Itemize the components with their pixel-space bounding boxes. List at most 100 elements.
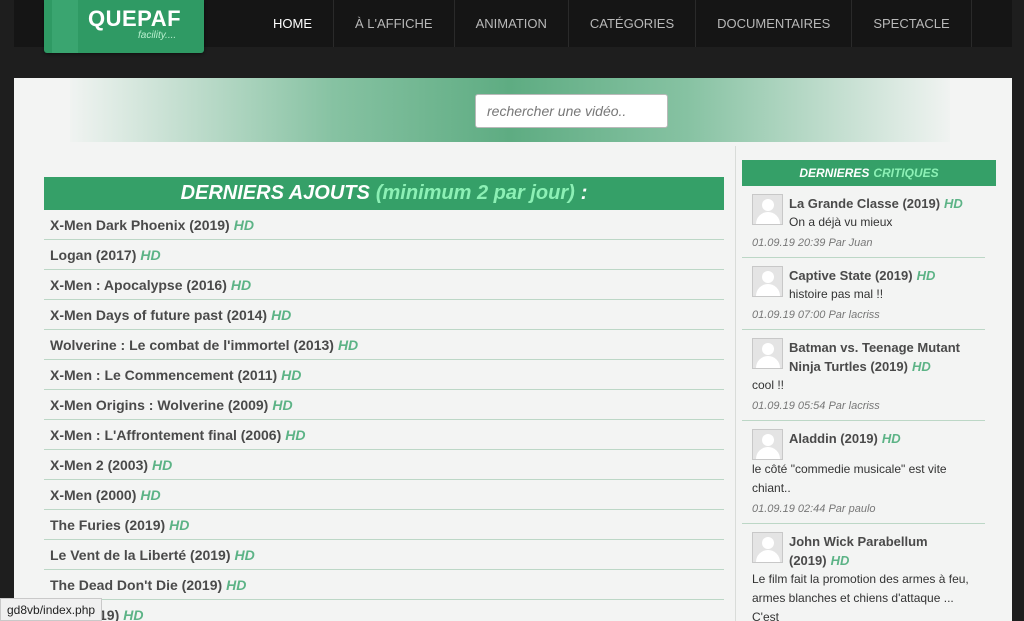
nav-categories[interactable]: CATÉGORIES bbox=[569, 0, 697, 47]
review-meta: 01.09.19 05:54 Par lacriss bbox=[752, 400, 880, 412]
site-logo[interactable]: QUEPAF facility.... bbox=[44, 0, 204, 53]
review-title[interactable]: Batman vs. Teenage Mutant Ninja Turtles … bbox=[789, 338, 975, 376]
status-bar-url: gd8vb/index.php bbox=[0, 598, 103, 621]
review-movie-title[interactable]: Captive State (2019) bbox=[789, 268, 913, 283]
review-meta: 01.09.19 02:44 Par paulo bbox=[752, 503, 876, 515]
latest-reviews: DERNIERES CRITIQUES La Grande Classe (20… bbox=[742, 160, 996, 621]
nav-animation[interactable]: ANIMATION bbox=[455, 0, 569, 47]
nav-home[interactable]: HOME bbox=[252, 0, 334, 47]
movie-title-link[interactable]: The Dead Don't Die (2019) bbox=[50, 577, 222, 593]
review-movie-title[interactable]: John Wick Parabellum (2019) bbox=[789, 534, 928, 568]
review-list: La Grande Classe (2019) HD On a déjà vu mi… bbox=[742, 186, 996, 621]
avatar bbox=[752, 194, 783, 225]
review-movie-title[interactable]: Aladdin (2019) bbox=[789, 431, 878, 446]
review-item: John Wick Parabellum (2019) HD Le film fai… bbox=[742, 524, 985, 621]
hd-badge: HD bbox=[233, 216, 254, 233]
review-movie-title[interactable]: Batman vs. Teenage Mutant Ninja Turtles … bbox=[789, 340, 960, 374]
avatar bbox=[752, 266, 783, 297]
review-item: Aladdin (2019) HD le côté "commedie musica… bbox=[742, 421, 985, 524]
movie-title-link[interactable]: X-Men Days of future past (2014) bbox=[50, 307, 267, 323]
hd-badge: HD bbox=[271, 306, 292, 323]
review-comment: histoire pas mal !! bbox=[789, 287, 884, 301]
movie-title-link[interactable]: The Furies (2019) bbox=[50, 517, 165, 533]
review-header: Captive State (2019) HD histoire pas mal !… bbox=[752, 266, 975, 304]
review-item: Captive State (2019) HD histoire pas mal !… bbox=[742, 258, 985, 330]
movie-title-link[interactable]: Logan (2017) bbox=[50, 247, 136, 263]
movie-title-link[interactable]: X-Men : Le Commencement (2011) bbox=[50, 367, 277, 383]
avatar bbox=[752, 532, 783, 563]
movie-list-item[interactable]: ...nt (2019)HD bbox=[44, 600, 724, 621]
movie-list-item[interactable]: X-Men 2 (2003) HD bbox=[44, 450, 724, 480]
movie-list-item[interactable]: X-Men : Apocalypse (2016) HD bbox=[44, 270, 724, 300]
review-header: John Wick Parabellum (2019) HD bbox=[752, 532, 975, 570]
review-comment: cool !! bbox=[752, 378, 785, 392]
review-comment: le côté "commedie musicale" est vite chi… bbox=[752, 462, 947, 495]
hd-badge: HD bbox=[272, 396, 293, 413]
latest-heading-text: DERNIERS AJOUTS bbox=[180, 182, 370, 204]
review-header: La Grande Classe (2019) HD On a déjà vu mi… bbox=[752, 194, 975, 232]
hd-badge: HD bbox=[285, 426, 306, 443]
movie-list-item[interactable]: X-Men Days of future past (2014) HD bbox=[44, 300, 724, 330]
movie-list-item[interactable]: X-Men Dark Phoenix (2019) HD bbox=[44, 210, 724, 240]
column-divider bbox=[735, 146, 736, 621]
latest-heading-accent: (minimum 2 par jour) bbox=[375, 182, 575, 204]
review-meta: 01.09.19 20:39 Par Juan bbox=[752, 237, 873, 249]
movie-list-item[interactable]: X-Men (2000) HD bbox=[44, 480, 724, 510]
review-comment: Le film fait la promotion des armes à fe… bbox=[752, 572, 969, 621]
hd-badge: HD bbox=[234, 546, 255, 563]
movie-title-link[interactable]: X-Men : Apocalypse (2016) bbox=[50, 277, 227, 293]
main-nav: HOME À L'AFFICHE ANIMATION CATÉGORIES DO… bbox=[252, 0, 972, 47]
nav-documentaires[interactable]: DOCUMENTAIRES bbox=[696, 0, 853, 47]
movie-list-item[interactable]: Wolverine : Le combat de l'immortel (201… bbox=[44, 330, 724, 360]
reviews-heading: DERNIERES CRITIQUES bbox=[742, 160, 996, 186]
review-title[interactable]: Captive State (2019) HD bbox=[789, 266, 935, 285]
movie-list-item[interactable]: X-Men : L'Affrontement final (2006) HD bbox=[44, 420, 724, 450]
latest-additions: DERNIERS AJOUTS (minimum 2 par jour) : X… bbox=[44, 177, 724, 621]
logo-subtitle: facility.... bbox=[138, 30, 177, 41]
avatar bbox=[752, 338, 783, 369]
movie-title-link[interactable]: X-Men Origins : Wolverine (2009) bbox=[50, 397, 268, 413]
hd-badge: HD bbox=[337, 336, 359, 353]
hd-badge: HD bbox=[881, 431, 901, 446]
movie-list-item[interactable]: X-Men : Le Commencement (2011) HD bbox=[44, 360, 724, 390]
hd-badge: HD bbox=[230, 276, 252, 293]
reviews-heading-accent: CRITIQUES bbox=[873, 166, 939, 180]
review-item: La Grande Classe (2019) HD On a déjà vu mi… bbox=[742, 186, 985, 258]
nav-spectacle[interactable]: SPECTACLE bbox=[852, 0, 972, 47]
review-movie-title[interactable]: La Grande Classe (2019) bbox=[789, 196, 940, 211]
hd-badge: HD bbox=[169, 516, 190, 533]
movie-list-item[interactable]: X-Men Origins : Wolverine (2009) HD bbox=[44, 390, 724, 420]
movie-list-item[interactable]: Le Vent de la Liberté (2019) HD bbox=[44, 540, 724, 570]
movie-title-link[interactable]: X-Men 2 (2003) bbox=[50, 457, 148, 473]
latest-heading-colon: : bbox=[580, 182, 588, 204]
movie-title-link[interactable]: X-Men Dark Phoenix (2019) bbox=[50, 217, 230, 233]
hd-badge: HD bbox=[830, 553, 850, 568]
hd-badge: HD bbox=[944, 196, 963, 211]
review-meta: 01.09.19 07:00 Par lacriss bbox=[752, 309, 880, 321]
review-header: Batman vs. Teenage Mutant Ninja Turtles … bbox=[752, 338, 975, 376]
review-title[interactable]: La Grande Classe (2019) HD bbox=[789, 194, 963, 213]
review-title[interactable]: John Wick Parabellum (2019) HD bbox=[789, 532, 975, 570]
review-title[interactable]: Aladdin (2019) HD bbox=[789, 429, 901, 448]
movie-title-link[interactable]: Le Vent de la Liberté (2019) bbox=[50, 547, 231, 563]
hd-badge: HD bbox=[140, 246, 161, 263]
hd-badge: HD bbox=[226, 576, 247, 593]
logo-title: QUEPAF bbox=[88, 6, 182, 31]
hd-badge: HD bbox=[281, 366, 302, 383]
movie-list-item[interactable]: The Dead Don't Die (2019) HD bbox=[44, 570, 724, 600]
review-comment: On a déjà vu mieux bbox=[789, 215, 893, 229]
movie-title-link[interactable]: X-Men : L'Affrontement final (2006) bbox=[50, 427, 281, 443]
search-band bbox=[70, 78, 950, 142]
movie-title-link[interactable]: X-Men (2000) bbox=[50, 487, 136, 503]
movie-title-link[interactable]: Wolverine : Le combat de l'immortel (201… bbox=[50, 337, 334, 353]
hd-badge: HD bbox=[911, 359, 931, 374]
logo-stripe bbox=[52, 0, 78, 53]
hd-badge: HD bbox=[916, 268, 936, 283]
review-header: Aladdin (2019) HD bbox=[752, 429, 975, 460]
reviews-heading-text: DERNIERES bbox=[799, 166, 870, 180]
movie-list-item[interactable]: The Furies (2019) HD bbox=[44, 510, 724, 540]
search-input[interactable] bbox=[475, 94, 668, 128]
nav-affiche[interactable]: À L'AFFICHE bbox=[334, 0, 455, 47]
latest-heading: DERNIERS AJOUTS (minimum 2 par jour) : bbox=[44, 177, 724, 210]
movie-list-item[interactable]: Logan (2017) HD bbox=[44, 240, 724, 270]
